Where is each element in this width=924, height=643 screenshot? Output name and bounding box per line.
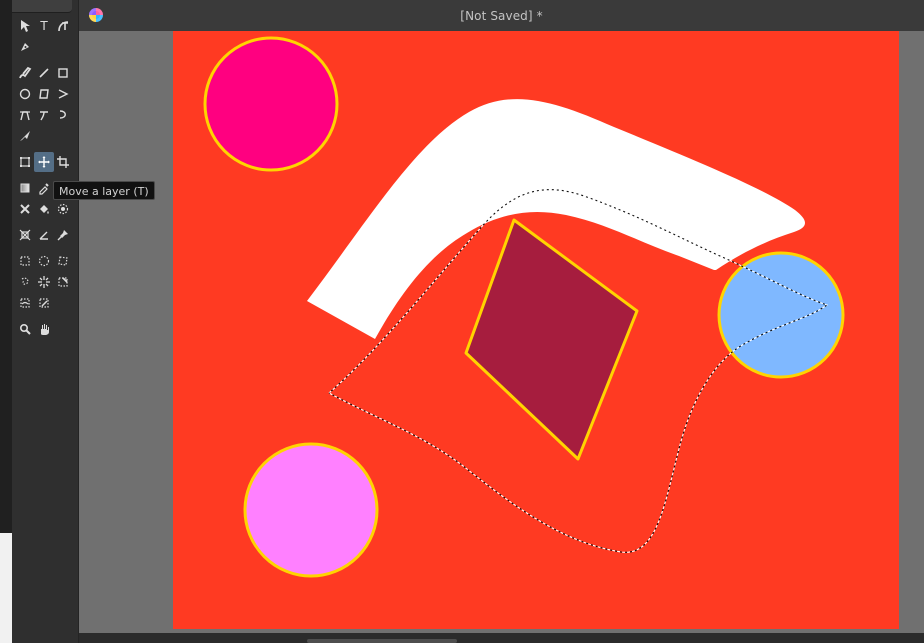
smart-patch-icon[interactable] xyxy=(16,200,34,218)
gradient-icon[interactable] xyxy=(16,179,34,197)
magenta-circle[interactable] xyxy=(203,36,339,172)
polyline-icon[interactable] xyxy=(54,85,72,103)
text-path-icon[interactable] xyxy=(54,17,72,35)
polygon-select-icon[interactable] xyxy=(54,252,72,270)
horizontal-scrollbar-thumb[interactable] xyxy=(307,639,457,643)
polygon-icon[interactable] xyxy=(35,85,53,103)
zoom-icon[interactable] xyxy=(16,320,34,338)
measure-icon[interactable] xyxy=(35,226,53,244)
left-edge-panel xyxy=(0,0,12,643)
freehand-path-icon[interactable] xyxy=(35,106,53,124)
canvas-area[interactable] xyxy=(79,31,924,643)
text-tool-glyph: T xyxy=(40,19,48,33)
blue-circle[interactable] xyxy=(717,251,845,379)
left-edge-light-strip xyxy=(0,533,12,643)
bezier-select-icon[interactable] xyxy=(16,294,34,312)
ellipse-select-icon[interactable] xyxy=(35,252,53,270)
toolbox-header xyxy=(12,0,72,13)
enclose-fill-icon[interactable] xyxy=(54,200,72,218)
reference-icon[interactable] xyxy=(54,226,72,244)
color-picker-icon[interactable] xyxy=(35,179,53,197)
transform-icon[interactable] xyxy=(16,153,34,171)
dynamic-brush-icon[interactable] xyxy=(54,106,72,124)
rectangle-icon[interactable] xyxy=(54,64,72,82)
document-title: [Not Saved] * xyxy=(460,8,543,23)
text-icon[interactable]: T xyxy=(35,17,53,35)
app-window: T [Not Saved] * Move a layer (T) xyxy=(0,0,924,643)
pink-circle[interactable] xyxy=(243,442,379,578)
brush-icon[interactable] xyxy=(16,64,34,82)
line-icon[interactable] xyxy=(35,64,53,82)
ellipse-icon[interactable] xyxy=(16,85,34,103)
multibrush-icon[interactable] xyxy=(16,127,34,145)
artboard[interactable] xyxy=(79,31,924,643)
bezier-icon[interactable] xyxy=(16,106,34,124)
magnetic-select-icon[interactable] xyxy=(35,294,53,312)
crop-icon[interactable] xyxy=(54,153,72,171)
pan-icon[interactable] xyxy=(35,320,53,338)
document-tab[interactable]: [Not Saved] * xyxy=(79,0,924,32)
select-arrow-icon[interactable] xyxy=(16,17,34,35)
fill-icon[interactable] xyxy=(35,200,53,218)
horizontal-scrollbar[interactable] xyxy=(79,633,924,643)
move-tool-tooltip: Move a layer (T) xyxy=(53,181,155,200)
rect-select-icon[interactable] xyxy=(16,252,34,270)
toolbox: T xyxy=(12,0,88,643)
canvas-margin-right xyxy=(899,31,924,643)
canvas-margin-left xyxy=(79,31,173,643)
calligraphy-pen-icon[interactable] xyxy=(16,38,34,56)
move-icon[interactable] xyxy=(34,152,54,172)
freehand-select-icon[interactable] xyxy=(16,273,34,291)
assistant-icon[interactable] xyxy=(16,226,34,244)
contiguous-select-icon[interactable] xyxy=(35,273,53,291)
similar-select-icon[interactable] xyxy=(54,273,72,291)
